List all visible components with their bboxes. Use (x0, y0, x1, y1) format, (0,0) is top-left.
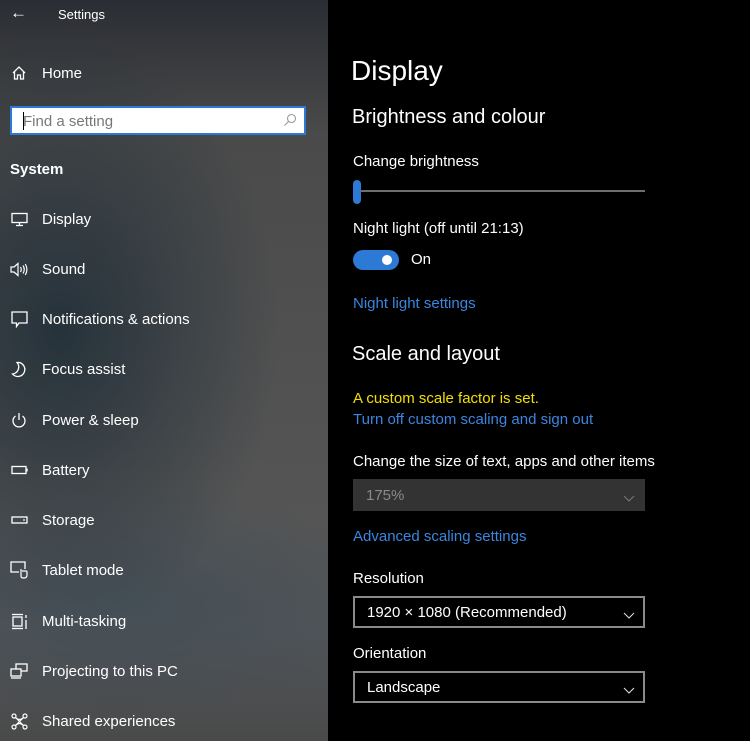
brightness-label: Change brightness (353, 153, 479, 170)
chevron-down-icon (623, 681, 635, 699)
chevron-down-icon (623, 489, 635, 507)
sidebar-item-label: Display (42, 210, 92, 228)
resolution-label: Resolution (353, 570, 424, 587)
scale-dropdown: 175% (353, 479, 645, 511)
night-light-state: On (411, 251, 432, 268)
multitasking-icon (9, 613, 29, 630)
search-input[interactable] (12, 108, 285, 135)
advanced-scaling-link[interactable]: Advanced scaling settings (353, 528, 526, 545)
storage-icon (9, 516, 29, 524)
turn-off-custom-scaling-link[interactable]: Turn off custom scaling and sign out (353, 411, 593, 428)
orientation-label: Orientation (353, 645, 427, 662)
sidebar-item-label: Focus assist (42, 360, 126, 378)
notification-icon (9, 310, 29, 328)
sidebar-item-label: Tablet mode (42, 561, 124, 579)
sidebar-item-projecting[interactable]: Projecting to this PC (0, 651, 328, 691)
sidebar-item-label: Sound (42, 260, 86, 278)
sidebar-item-battery[interactable]: Battery (0, 450, 328, 490)
scale-value: 175% (366, 487, 405, 504)
sidebar-item-notifications[interactable]: Notifications & actions (0, 299, 328, 339)
sidebar-item-label: Shared experiences (42, 712, 176, 730)
sidebar-item-home[interactable]: Home (0, 53, 328, 93)
slider-track (353, 190, 645, 192)
brightness-slider[interactable] (353, 180, 645, 206)
sidebar-item-shared-experiences[interactable]: Shared experiences (0, 701, 328, 741)
size-label: Change the size of text, apps and other … (353, 453, 655, 470)
sidebar-item-power-sleep[interactable]: Power & sleep (0, 400, 328, 440)
sidebar-item-label: Notifications & actions (42, 310, 190, 328)
section-label-system: System (10, 161, 64, 178)
search-icon[interactable] (282, 112, 298, 133)
sidebar-item-storage[interactable]: Storage (0, 500, 328, 540)
sidebar-item-display[interactable]: Display (0, 199, 328, 239)
moon-icon (9, 361, 29, 378)
night-light-label: Night light (off until 21:13) (353, 220, 524, 237)
shared-experiences-icon (9, 712, 29, 730)
tablet-mode-icon (9, 561, 29, 579)
night-light-settings-link[interactable]: Night light settings (353, 295, 476, 312)
sidebar-item-tablet-mode[interactable]: Tablet mode (0, 550, 328, 590)
home-icon (9, 65, 29, 81)
sidebar-item-focus-assist[interactable]: Focus assist (0, 349, 328, 389)
sidebar-item-label: Storage (42, 511, 95, 529)
slider-thumb[interactable] (353, 180, 361, 204)
speaker-icon (9, 261, 29, 277)
sidebar-item-label: Projecting to this PC (42, 662, 178, 680)
monitor-icon (9, 212, 29, 227)
search-box[interactable] (10, 106, 306, 135)
chevron-down-icon (623, 606, 635, 624)
orientation-value: Landscape (367, 679, 441, 696)
text-cursor (23, 112, 24, 130)
app-title: Settings (58, 7, 105, 22)
night-light-toggle[interactable] (353, 250, 399, 270)
back-arrow-icon[interactable]: ← (10, 3, 27, 23)
sidebar-item-label: Home (42, 64, 83, 82)
section-heading-brightness: Brightness and colour (352, 106, 546, 128)
resolution-dropdown[interactable]: 1920 × 1080 (Recommended) (353, 596, 645, 628)
power-icon (9, 412, 29, 429)
projecting-icon (9, 663, 29, 679)
sidebar-item-label: Multi-tasking (42, 612, 127, 630)
battery-icon (9, 465, 29, 475)
resolution-value: 1920 × 1080 (Recommended) (367, 604, 567, 621)
sidebar-item-label: Battery (42, 461, 90, 479)
custom-scale-warning: A custom scale factor is set. (353, 390, 539, 407)
page-title: Display (351, 55, 443, 86)
toggle-knob (382, 255, 392, 265)
sidebar-item-multitasking[interactable]: Multi-tasking (0, 601, 328, 641)
sidebar-item-label: Power & sleep (42, 411, 139, 429)
title-bar: ← Settings (0, 0, 328, 30)
orientation-dropdown[interactable]: Landscape (353, 671, 645, 703)
section-heading-scale: Scale and layout (352, 343, 500, 365)
sidebar-item-sound[interactable]: Sound (0, 249, 328, 289)
sidebar: ← Settings Home System Display Sound Not… (0, 0, 328, 741)
display-settings-panel: Display Brightness and colour Change bri… (328, 0, 750, 741)
